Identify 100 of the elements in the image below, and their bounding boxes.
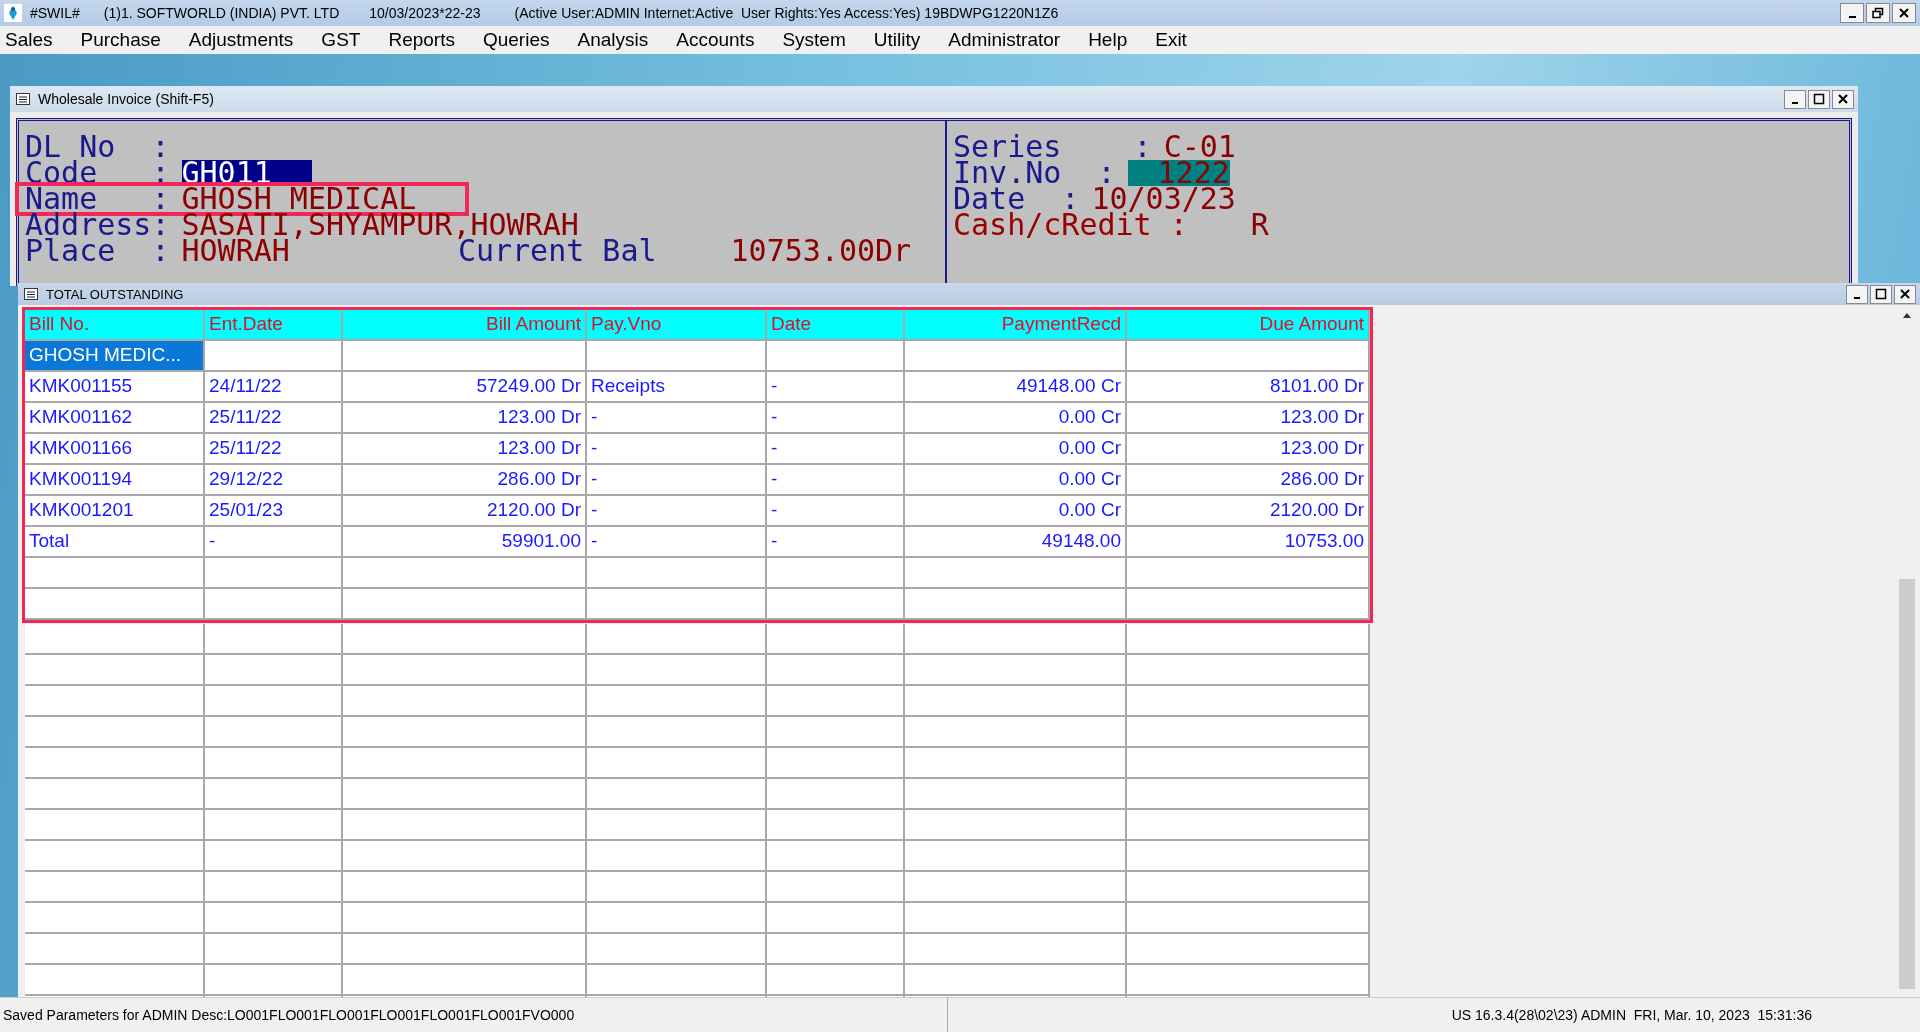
table-cell[interactable]: KMK001201 (25, 496, 205, 527)
field-value[interactable]: GHOSH MEDICAL (181, 186, 417, 212)
table-cell[interactable]: 25/11/22 (205, 434, 343, 465)
table-cell[interactable]: 25/01/23 (205, 496, 343, 527)
field-label: Current Bal (457, 238, 657, 264)
menu-item[interactable]: Analysis (577, 29, 649, 51)
table-cell[interactable]: 29/12/22 (205, 465, 343, 496)
close-button[interactable] (1892, 3, 1916, 23)
table-cell[interactable]: 10753.00 (1127, 527, 1370, 558)
minimize-button[interactable] (1846, 284, 1868, 304)
table-cell[interactable]: 123.00 Dr (343, 434, 587, 465)
menu-item[interactable]: Queries (482, 29, 550, 51)
list-icon (16, 93, 30, 105)
table-cell[interactable]: - (767, 434, 905, 465)
scroll-thumb[interactable] (1899, 579, 1915, 989)
minimize-icon (1792, 101, 1798, 104)
menu-item[interactable]: Accounts (676, 29, 755, 51)
minimize-button[interactable] (1784, 89, 1806, 109)
menu-item[interactable]: Sales (5, 29, 53, 51)
app-name: #SWIL# (30, 5, 80, 21)
table-cell[interactable]: KMK001155 (25, 372, 205, 403)
field-label: Inv.No : (953, 160, 1116, 186)
menu-item[interactable]: Reports (388, 29, 455, 51)
table-cell[interactable]: 59901.00 (343, 527, 587, 558)
column-header[interactable]: PaymentRecd (905, 310, 1127, 341)
maximize-button[interactable] (1870, 284, 1892, 304)
field-value[interactable]: HOWRAH (181, 238, 290, 264)
table-cell[interactable]: - (767, 527, 905, 558)
column-header[interactable]: Date (767, 310, 905, 341)
close-icon (1898, 7, 1910, 19)
column-header[interactable]: Ent.Date (205, 310, 343, 341)
table-cell[interactable]: - (587, 434, 767, 465)
table-cell[interactable]: 2120.00 Dr (1127, 496, 1370, 527)
table-cell[interactable]: 8101.00 Dr (1127, 372, 1370, 403)
table-cell[interactable]: GHOSH MEDIC... (25, 341, 205, 372)
table-cell[interactable]: 24/11/22 (205, 372, 343, 403)
table-cell[interactable]: Total (25, 527, 205, 558)
table-cell[interactable]: 123.00 Dr (343, 403, 587, 434)
table-cell[interactable]: - (205, 527, 343, 558)
minimize-button[interactable] (1840, 3, 1864, 23)
table-cell[interactable]: KMK001194 (25, 465, 205, 496)
session-status: (Active User:ADMIN Internet:Active User Rights:Yes Access:Yes) 19BDWPG1220N1Z6 (514, 5, 1059, 21)
field-label: Name : (25, 186, 170, 212)
table-cell[interactable]: - (587, 403, 767, 434)
column-header[interactable]: Bill Amount (343, 310, 587, 341)
table-cell[interactable]: 25/11/22 (205, 403, 343, 434)
field-value[interactable]: 10/03/23 (1091, 186, 1236, 212)
table-cell[interactable]: 49148.00 Cr (905, 372, 1127, 403)
table-cell[interactable]: - (767, 496, 905, 527)
table-cell[interactable]: 49148.00 (905, 527, 1127, 558)
version-datetime: US 16.3.4(28\02\23) ADMIN FRI, Mar. 10, 2023 15:31:36 (1451, 1007, 1813, 1023)
table-cell[interactable]: - (587, 465, 767, 496)
window-title: Wholesale Invoice (Shift-F5) (38, 91, 214, 107)
menu-item[interactable]: Administrator (948, 29, 1061, 51)
field-value[interactable]: C-01 (1163, 134, 1236, 160)
table-cell[interactable]: - (767, 403, 905, 434)
field-label: Date : (953, 186, 1080, 212)
table-cell[interactable]: 0.00 Cr (905, 465, 1127, 496)
menu-item[interactable]: GST (321, 29, 361, 51)
restore-button[interactable] (1866, 3, 1890, 23)
table-cell[interactable]: 123.00 Dr (1127, 434, 1370, 465)
field-value[interactable]: R (1250, 212, 1269, 238)
list-icon (24, 288, 38, 300)
close-button[interactable] (1832, 89, 1854, 109)
table-cell[interactable]: 2120.00 Dr (343, 496, 587, 527)
maximize-icon (1875, 288, 1887, 300)
table-cell[interactable]: 0.00 Cr (905, 403, 1127, 434)
column-header[interactable]: Due Amount (1127, 310, 1370, 341)
maximize-button[interactable] (1808, 89, 1830, 109)
table-cell[interactable]: 57249.00 Dr (343, 372, 587, 403)
close-icon (1837, 93, 1849, 105)
table-cell[interactable]: - (587, 527, 767, 558)
table-cell[interactable]: 286.00 Dr (343, 465, 587, 496)
window-title: TOTAL OUTSTANDING (46, 286, 184, 302)
menu-item[interactable]: Exit (1155, 29, 1187, 51)
table-cell[interactable]: KMK001162 (25, 403, 205, 434)
field-label: Place : (25, 238, 170, 264)
menu-item[interactable]: Utility (873, 29, 921, 51)
maximize-icon (1813, 93, 1825, 105)
session-date: 10/03/2023*22-23 (369, 5, 481, 21)
table-cell[interactable]: - (767, 372, 905, 403)
field-value[interactable]: SASATI,SHYAMPUR,HOWRAH (181, 212, 579, 238)
table-cell[interactable]: Receipts (587, 372, 767, 403)
table-cell[interactable]: - (587, 496, 767, 527)
close-button[interactable] (1894, 284, 1916, 304)
column-header[interactable]: Pay.Vno (587, 310, 767, 341)
field-label: DL No : (25, 134, 170, 160)
menu-item[interactable]: Purchase (80, 29, 161, 51)
table-cell[interactable]: - (767, 465, 905, 496)
table-cell[interactable]: 0.00 Cr (905, 434, 1127, 465)
table-cell[interactable]: 286.00 Dr (1127, 465, 1370, 496)
table-cell[interactable]: KMK001166 (25, 434, 205, 465)
menu-item[interactable]: Help (1088, 29, 1128, 51)
menu-item[interactable]: Adjustments (188, 29, 294, 51)
scroll-up-icon[interactable] (1902, 311, 1912, 319)
table-cell[interactable]: 123.00 Dr (1127, 403, 1370, 434)
column-header[interactable]: Bill No. (25, 310, 205, 341)
menu-item[interactable]: System (782, 29, 846, 51)
table-cell[interactable]: 0.00 Cr (905, 496, 1127, 527)
restore-icon (1872, 7, 1884, 19)
